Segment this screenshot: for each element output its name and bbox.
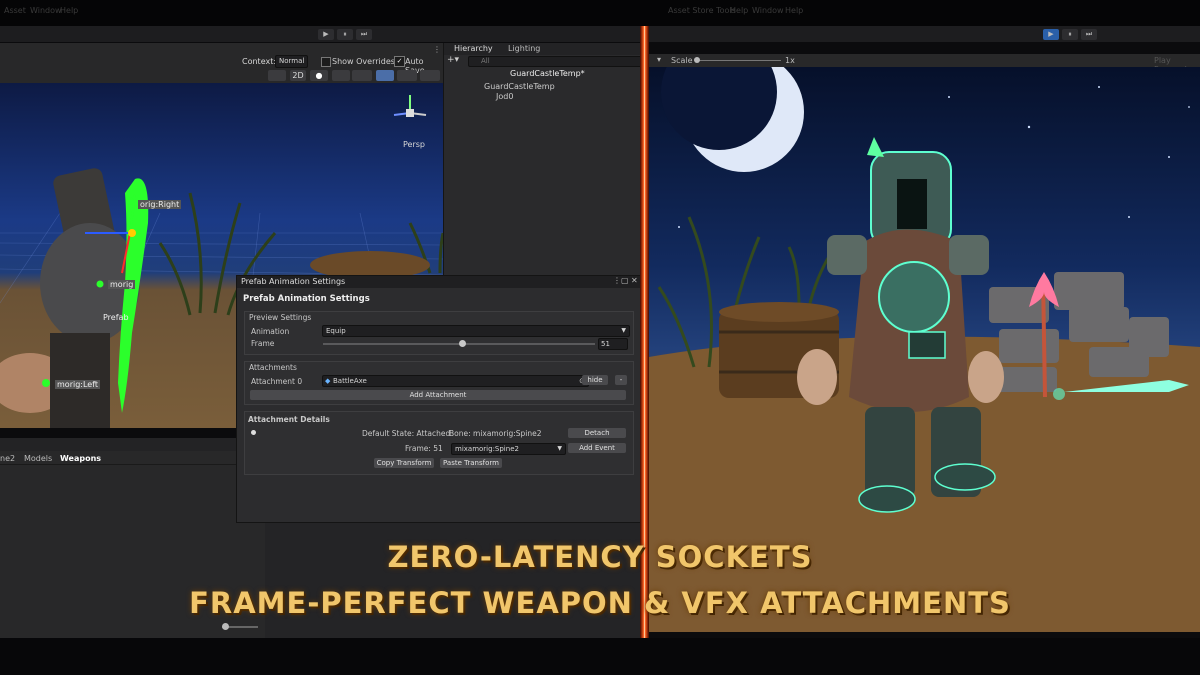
hierarchy-root[interactable]: GuardCastleTemp*: [510, 69, 585, 78]
copy-transform-button[interactable]: Copy Transform: [374, 458, 434, 468]
menu-item-asset-store-tools[interactable]: Asset Store Tools: [668, 6, 736, 15]
frame-label: Frame: [251, 339, 275, 348]
scale-slider[interactable]: [695, 60, 781, 61]
add-event-button[interactable]: Add Event: [568, 443, 626, 453]
animation-select[interactable]: Equip ▼: [322, 325, 630, 337]
chevron-down-icon: ▼: [621, 327, 626, 334]
bone-text: Bone: mixamorig:Spine2: [449, 429, 542, 438]
window-heading: Prefab Animation Settings: [243, 294, 370, 304]
menu-item-help-right[interactable]: Help: [730, 6, 748, 15]
lighting-icon[interactable]: ●: [310, 70, 328, 81]
context-label: Context:: [242, 57, 277, 66]
bone-label-left: morig:Left: [55, 380, 101, 389]
auto-save-checkbox[interactable]: ✓: [394, 56, 405, 67]
animation-value: Equip: [326, 327, 346, 335]
breadcrumb-item-weapons[interactable]: Weapons: [60, 454, 101, 463]
window-title: Prefab Animation Settings: [241, 277, 346, 286]
preview-settings-label: Preview Settings: [249, 313, 312, 322]
right-play-toolbar: [649, 26, 1200, 42]
step-button-right[interactable]: ⏭: [1081, 29, 1097, 40]
gizmos-icon[interactable]: [420, 70, 440, 81]
prefab-cube-icon: ◆: [325, 377, 331, 385]
bone-label-mid: morig: [108, 280, 136, 289]
paste-transform-button[interactable]: Paste Transform: [440, 458, 502, 468]
effects-icon[interactable]: [352, 70, 372, 81]
keyframe-dot-icon: [251, 430, 256, 435]
prefab-animation-window: Prefab Animation Settings ⋮ ▢ ✕ Prefab A…: [236, 275, 642, 523]
show-overrides-checkbox[interactable]: [321, 57, 331, 67]
attachment-0-label: Attachment 0: [251, 377, 303, 386]
camera-icon[interactable]: [397, 70, 417, 81]
hide-button[interactable]: hide: [582, 375, 608, 385]
play-button[interactable]: ▶: [318, 29, 334, 40]
maximize-icon[interactable]: ▢: [621, 276, 629, 285]
attachment-object-field[interactable]: ◆ BattleAxe ⊙: [322, 375, 589, 387]
scale-slider-handle[interactable]: [694, 57, 700, 63]
mode-2d-toggle[interactable]: 2D: [290, 70, 306, 81]
menu-item-help-right-2[interactable]: Help: [785, 6, 803, 15]
menu-item-help[interactable]: Help: [60, 6, 78, 15]
animation-label: Animation: [251, 327, 290, 336]
shading-mode-icon[interactable]: [268, 70, 286, 81]
prefab-label: Prefab: [103, 313, 129, 322]
attachments-label: Attachments: [249, 363, 297, 372]
bone-label-right: orig:Right: [138, 200, 182, 209]
divider: [0, 464, 265, 465]
hierarchy-item-jod0[interactable]: Jod0: [496, 92, 513, 101]
add-attachment-button[interactable]: Add Attachment: [250, 390, 626, 400]
context-select[interactable]: Normal: [275, 55, 309, 68]
pause-button-right[interactable]: ⏸: [1062, 29, 1078, 40]
display-dropdown-icon[interactable]: ▾: [657, 55, 661, 64]
frame-detail-text: Frame: 51: [405, 444, 443, 453]
tab-lighting[interactable]: Lighting: [508, 44, 540, 53]
hierarchy-panel: Hierarchy Lighting +▾ All GuardCastleTem…: [443, 43, 642, 275]
close-icon[interactable]: ✕: [631, 276, 638, 285]
default-state-text: Default State: Attached: [362, 429, 451, 438]
menu-item-window[interactable]: Window: [30, 6, 62, 15]
menu-item-window-right[interactable]: Window: [752, 6, 784, 15]
scale-label: Scale: [671, 56, 693, 65]
hidden-objects-icon[interactable]: [376, 70, 394, 81]
audio-icon[interactable]: [332, 70, 350, 81]
show-overrides-label: Show Overrides: [332, 57, 395, 66]
project-toolbar: [0, 438, 265, 451]
persp-label[interactable]: Persp: [403, 140, 425, 149]
pause-button[interactable]: ⏸: [337, 29, 353, 40]
scale-value: 1x: [785, 56, 795, 65]
hierarchy-item-guardcastletemp[interactable]: GuardCastleTemp: [484, 82, 555, 91]
bottom-bar: [0, 638, 1200, 675]
add-object-icon[interactable]: +▾: [447, 55, 459, 65]
caption-line-1: ZERO-LATENCY SOCKETS: [387, 540, 813, 574]
tab-hierarchy[interactable]: Hierarchy: [454, 44, 493, 53]
play-button-active[interactable]: ▶: [1043, 29, 1059, 40]
window-menu-icon[interactable]: ⋮: [613, 276, 621, 285]
step-button[interactable]: ⏭: [356, 29, 372, 40]
bone-select[interactable]: mixamorig:Spine2 ▼: [451, 443, 566, 455]
remove-attachment-button[interactable]: -: [615, 375, 627, 385]
attachment-value: BattleAxe: [333, 377, 367, 385]
detach-button[interactable]: Detach: [568, 428, 626, 438]
frame-slider-handle[interactable]: [459, 340, 466, 347]
zoom-slider-handle[interactable]: [222, 623, 229, 630]
game-view-header: ▾ Scale 1x Play Focused: [649, 54, 1200, 74]
more-options-icon[interactable]: ⋮: [433, 45, 441, 54]
attachment-details-label: Attachment Details: [248, 415, 330, 424]
frame-input[interactable]: 51: [598, 338, 628, 350]
bone-select-value: mixamorig:Spine2: [455, 445, 519, 453]
menu-item-asset[interactable]: Asset: [4, 6, 26, 15]
breadcrumb-item-models[interactable]: Models: [24, 454, 52, 463]
hierarchy-search-input[interactable]: All: [468, 56, 642, 67]
caption-line-2: FRAME-PERFECT WEAPON & VFX ATTACHMENTS: [189, 586, 1011, 620]
breadcrumb-item[interactable]: ne2: [0, 454, 15, 463]
title-bar: Asset Window Help Asset Store Tools Help…: [0, 0, 1200, 26]
chevron-down-icon: ▼: [557, 445, 562, 452]
axis-gizmo-icon[interactable]: [388, 91, 432, 135]
